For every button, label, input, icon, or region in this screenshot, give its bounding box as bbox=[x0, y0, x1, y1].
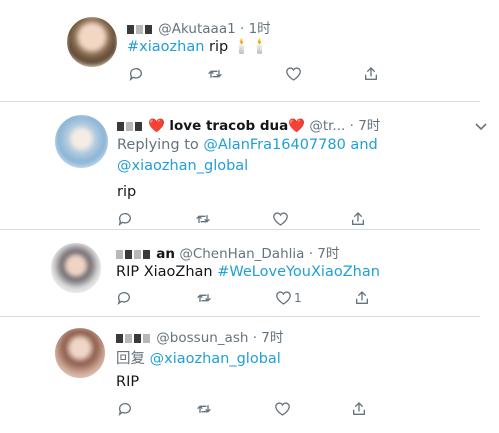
tweet-1[interactable]: @Akutaaa1 · 1时 #xiaozhan rip 🕯️🕯️ bbox=[0, 0, 499, 100]
reply-icon bbox=[117, 292, 130, 305]
share-icon bbox=[352, 212, 364, 225]
timestamp[interactable]: · 7时 bbox=[253, 330, 284, 346]
tweet-2[interactable]: ❤️ love tracob dua❤️ @tr... · 7时 Replyin… bbox=[0, 102, 499, 229]
heart-emoji: ❤️ bbox=[288, 118, 306, 134]
display-name[interactable]: love tracob dua bbox=[169, 118, 288, 134]
tweet-text: #xiaozhan rip 🕯️🕯️ bbox=[127, 39, 269, 55]
reply-icon bbox=[118, 403, 131, 416]
user-handle[interactable]: @Akutaaa1 bbox=[158, 21, 235, 37]
tweet-text: RIP XiaoZhan #WeLoveYouXiaoZhan bbox=[116, 264, 380, 280]
tweet-header: ❤️ love tracob dua❤️ @tr... · 7时 bbox=[117, 114, 380, 134]
timestamp[interactable]: · 1时 bbox=[240, 21, 271, 37]
user-handle[interactable]: @bossun_ash bbox=[156, 330, 248, 346]
reply-button[interactable] bbox=[128, 65, 146, 83]
avatar[interactable] bbox=[55, 115, 108, 168]
reply-context-line2: @xiaozhan_global bbox=[117, 158, 248, 174]
like-icon bbox=[275, 402, 290, 416]
user-handle[interactable]: @ChenHan_Dahlia bbox=[179, 246, 304, 262]
reply-button[interactable] bbox=[116, 289, 134, 307]
like-button[interactable]: 1 bbox=[275, 289, 315, 307]
avatar[interactable] bbox=[55, 328, 105, 378]
retweet-icon bbox=[208, 70, 222, 78]
share-button[interactable] bbox=[350, 210, 368, 228]
tweet-text: rip bbox=[117, 184, 137, 200]
like-button[interactable] bbox=[272, 210, 290, 228]
reply-context: 回复 @xiaozhan_global bbox=[116, 351, 281, 367]
retweet-button[interactable] bbox=[206, 65, 224, 83]
user-handle[interactable]: @tr... bbox=[309, 118, 345, 134]
like-button[interactable] bbox=[274, 400, 292, 418]
like-button[interactable] bbox=[285, 65, 303, 83]
heart-emoji: ❤️ bbox=[148, 118, 166, 134]
share-button[interactable] bbox=[351, 400, 369, 418]
hashtag-link[interactable]: #xiaozhan bbox=[127, 39, 204, 55]
share-icon bbox=[353, 402, 365, 415]
tweet-actions bbox=[117, 210, 377, 228]
retweet-icon bbox=[196, 215, 210, 223]
like-icon bbox=[286, 67, 301, 81]
like-icon bbox=[276, 291, 291, 305]
tweet-text: RIP bbox=[116, 374, 140, 390]
more-options-button[interactable] bbox=[475, 116, 487, 135]
retweet-button[interactable] bbox=[194, 210, 212, 228]
share-icon bbox=[356, 291, 368, 304]
reply-icon bbox=[129, 68, 142, 81]
tweet-actions: 1 bbox=[116, 289, 376, 307]
retweet-button[interactable] bbox=[195, 400, 213, 418]
mention-link[interactable]: @xiaozhan_global bbox=[150, 351, 281, 367]
display-name[interactable]: an bbox=[156, 246, 175, 262]
retweet-button[interactable] bbox=[195, 289, 213, 307]
retweet-icon bbox=[197, 405, 211, 413]
share-icon bbox=[365, 67, 377, 80]
like-count: 1 bbox=[294, 291, 302, 305]
timestamp[interactable]: · 7时 bbox=[309, 246, 340, 262]
hashtag-link[interactable]: #WeLoveYouXiaoZhan bbox=[217, 264, 380, 280]
reply-button[interactable] bbox=[117, 210, 135, 228]
avatar[interactable] bbox=[67, 17, 117, 67]
avatar[interactable] bbox=[51, 243, 101, 293]
mention-link[interactable]: @AlanFra16407780 bbox=[203, 137, 345, 153]
tweet-header: an @ChenHan_Dahlia · 7时 bbox=[116, 242, 339, 262]
share-button[interactable] bbox=[354, 289, 372, 307]
timestamp[interactable]: · 7时 bbox=[350, 118, 381, 134]
tweet-header: @Akutaaa1 · 1时 bbox=[127, 17, 271, 37]
tweet-header: @bossun_ash · 7时 bbox=[116, 326, 283, 346]
share-button[interactable] bbox=[363, 65, 381, 83]
retweet-icon bbox=[197, 294, 211, 302]
tweet-4[interactable]: @bossun_ash · 7时 回复 @xiaozhan_global RIP bbox=[0, 317, 499, 433]
tweet-3[interactable]: an @ChenHan_Dahlia · 7时 RIP XiaoZhan #We… bbox=[0, 230, 499, 316]
chevron-down-icon bbox=[475, 123, 487, 131]
mention-link[interactable]: @xiaozhan_global bbox=[117, 158, 248, 174]
tweet-actions bbox=[128, 65, 388, 83]
reply-button[interactable] bbox=[117, 400, 135, 418]
reply-icon bbox=[118, 213, 131, 226]
like-icon bbox=[273, 212, 288, 226]
reply-context: Replying to @AlanFra16407780 and bbox=[117, 137, 378, 153]
tweet-actions bbox=[117, 400, 377, 418]
